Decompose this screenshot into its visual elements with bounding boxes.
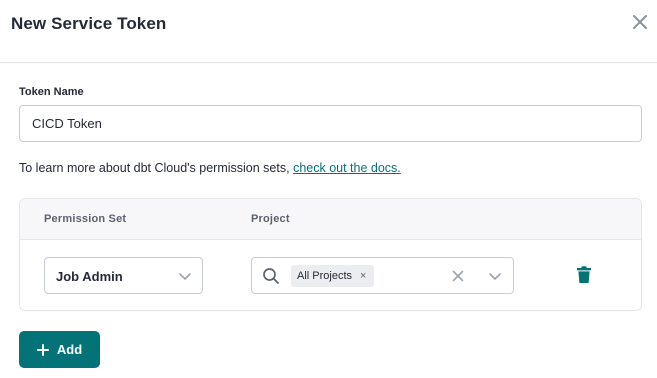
permission-info-text: To learn more about dbt Cloud's permissi… xyxy=(19,161,401,175)
column-header-permission-set: Permission Set xyxy=(44,213,127,225)
token-name-input[interactable] xyxy=(19,105,642,142)
permission-set-select[interactable]: Job Admin xyxy=(44,257,203,294)
trash-icon[interactable] xyxy=(576,266,592,284)
info-text-body: To learn more about dbt Cloud's permissi… xyxy=(19,161,294,175)
close-icon xyxy=(633,15,647,29)
plus-icon xyxy=(36,343,49,356)
permission-set-value: Job Admin xyxy=(56,269,123,284)
docs-link[interactable]: check out the docs. xyxy=(293,161,401,175)
permissions-table: Permission Set Project Job Admin All Pro… xyxy=(19,198,642,311)
chevron-down-icon xyxy=(179,273,191,280)
project-select[interactable]: All Projects × xyxy=(251,257,514,294)
permissions-table-header: Permission Set Project xyxy=(20,199,641,240)
token-name-label: Token Name xyxy=(19,86,84,98)
column-header-project: Project xyxy=(251,213,290,225)
close-button[interactable] xyxy=(630,12,650,32)
add-button[interactable]: Add xyxy=(19,331,100,368)
chevron-down-icon xyxy=(489,273,501,280)
clear-icon[interactable] xyxy=(452,270,464,282)
modal-header: New Service Token xyxy=(0,0,657,63)
project-chip-label: All Projects xyxy=(297,270,353,282)
chip-remove-icon[interactable]: × xyxy=(360,270,366,282)
modal-title: New Service Token xyxy=(11,14,167,33)
add-button-label: Add xyxy=(56,342,83,357)
project-chip: All Projects × xyxy=(291,265,375,287)
search-icon xyxy=(263,268,279,284)
